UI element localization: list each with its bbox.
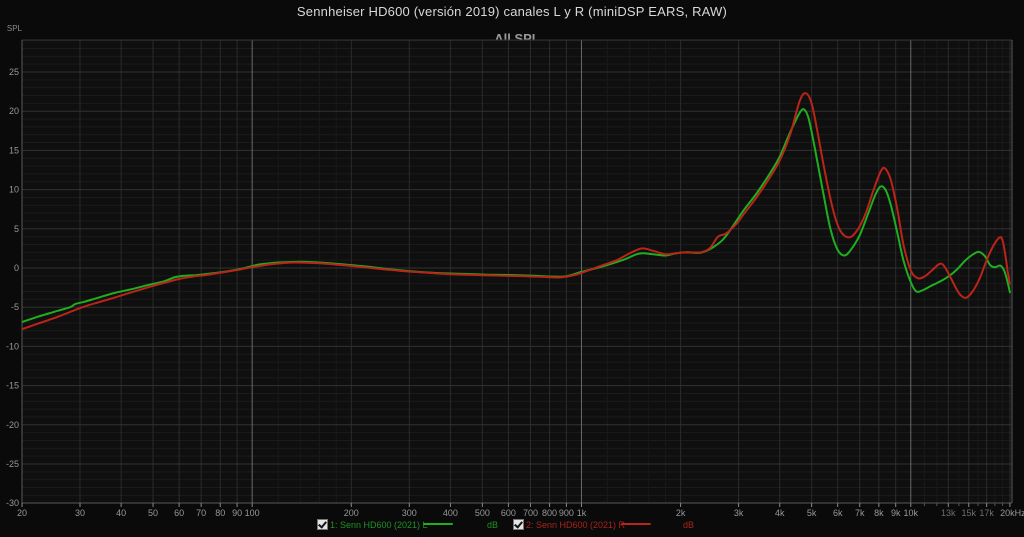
x-tick-label: 13k: [941, 508, 956, 518]
legend-swatch-right-icon: [621, 523, 651, 525]
x-axis-labels: 20 30 40 50 60 70 80 90100 200 300 400 500 600 700 800…: [17, 503, 1024, 518]
x-tick-label: 7k: [855, 508, 865, 518]
x-tick-label: 900: [559, 508, 574, 518]
x-tick-label: 600: [501, 508, 516, 518]
legend-swatch-left-icon: [423, 523, 453, 525]
x-tick-label: 400: [443, 508, 458, 518]
x-tick-label: 300: [402, 508, 417, 518]
x-tick-label: 800: [542, 508, 557, 518]
x-tick-label: 6k: [833, 508, 843, 518]
x-tick-label: 4k: [775, 508, 785, 518]
x-tick-label: 17k: [979, 508, 994, 518]
x-tick-label: 5k: [807, 508, 817, 518]
x-tick-label: 20: [17, 508, 27, 518]
x-tick-label: 3k: [734, 508, 744, 518]
y-tick-label: -20: [6, 420, 19, 430]
y-tick-label: 15: [9, 145, 19, 155]
y-tick-label: 0: [14, 263, 19, 273]
x-tick-label: 70: [196, 508, 206, 518]
x-tick-label: 30: [75, 508, 85, 518]
x-tick-label: 1k: [577, 508, 587, 518]
y-tick-label: -30: [6, 498, 19, 508]
x-tick-label: 9k: [891, 508, 901, 518]
x-tick-label: 90: [232, 508, 242, 518]
legend-label-left[interactable]: 1: Senn HD600 (2021) L: [330, 520, 428, 530]
y-axis-labels: 25 20 15 10 5 0 -5 -10 -15 -20 -25 -30 SPL: [6, 24, 23, 508]
y-axis-unit-label: SPL: [7, 24, 23, 33]
legend-unit-right: dB: [683, 520, 694, 530]
x-tick-label: 80: [215, 508, 225, 518]
y-tick-label: -15: [6, 381, 19, 391]
x-tick-label: 500: [475, 508, 490, 518]
rew-spl-window: Sennheiser HD600 (versión 2019) canales …: [0, 0, 1024, 537]
x-tick-label: 10k: [904, 508, 919, 518]
x-tick-label: 200: [344, 508, 359, 518]
x-tick-label: 15k: [961, 508, 976, 518]
x-tick-label: 2k: [676, 508, 686, 518]
y-tick-label: -5: [11, 302, 19, 312]
x-tick-label: 50: [148, 508, 158, 518]
x-tick-label: 20kHz: [1000, 508, 1024, 518]
plot-area[interactable]: [22, 40, 1012, 503]
y-tick-label: -10: [6, 341, 19, 351]
spl-graph[interactable]: 2030405060708090100200300400500600700800…: [0, 0, 1024, 537]
legend-unit-left: dB: [487, 520, 498, 530]
x-tick-label: 700: [523, 508, 538, 518]
y-tick-label: 5: [14, 224, 19, 234]
y-tick-label: -25: [6, 459, 19, 469]
x-tick-label: 8k: [874, 508, 884, 518]
x-tick-label: 40: [116, 508, 126, 518]
y-tick-label: 10: [9, 185, 19, 195]
legend-checkbox-right-icon[interactable]: [513, 519, 524, 530]
legend-label-right[interactable]: 2: Senn HD600 (2021) R: [526, 520, 625, 530]
y-tick-label: 25: [9, 67, 19, 77]
x-tick-label: 100: [245, 508, 260, 518]
legend-checkbox-left-icon[interactable]: [317, 519, 328, 530]
x-tick-label: 60: [174, 508, 184, 518]
y-tick-label: 20: [9, 106, 19, 116]
